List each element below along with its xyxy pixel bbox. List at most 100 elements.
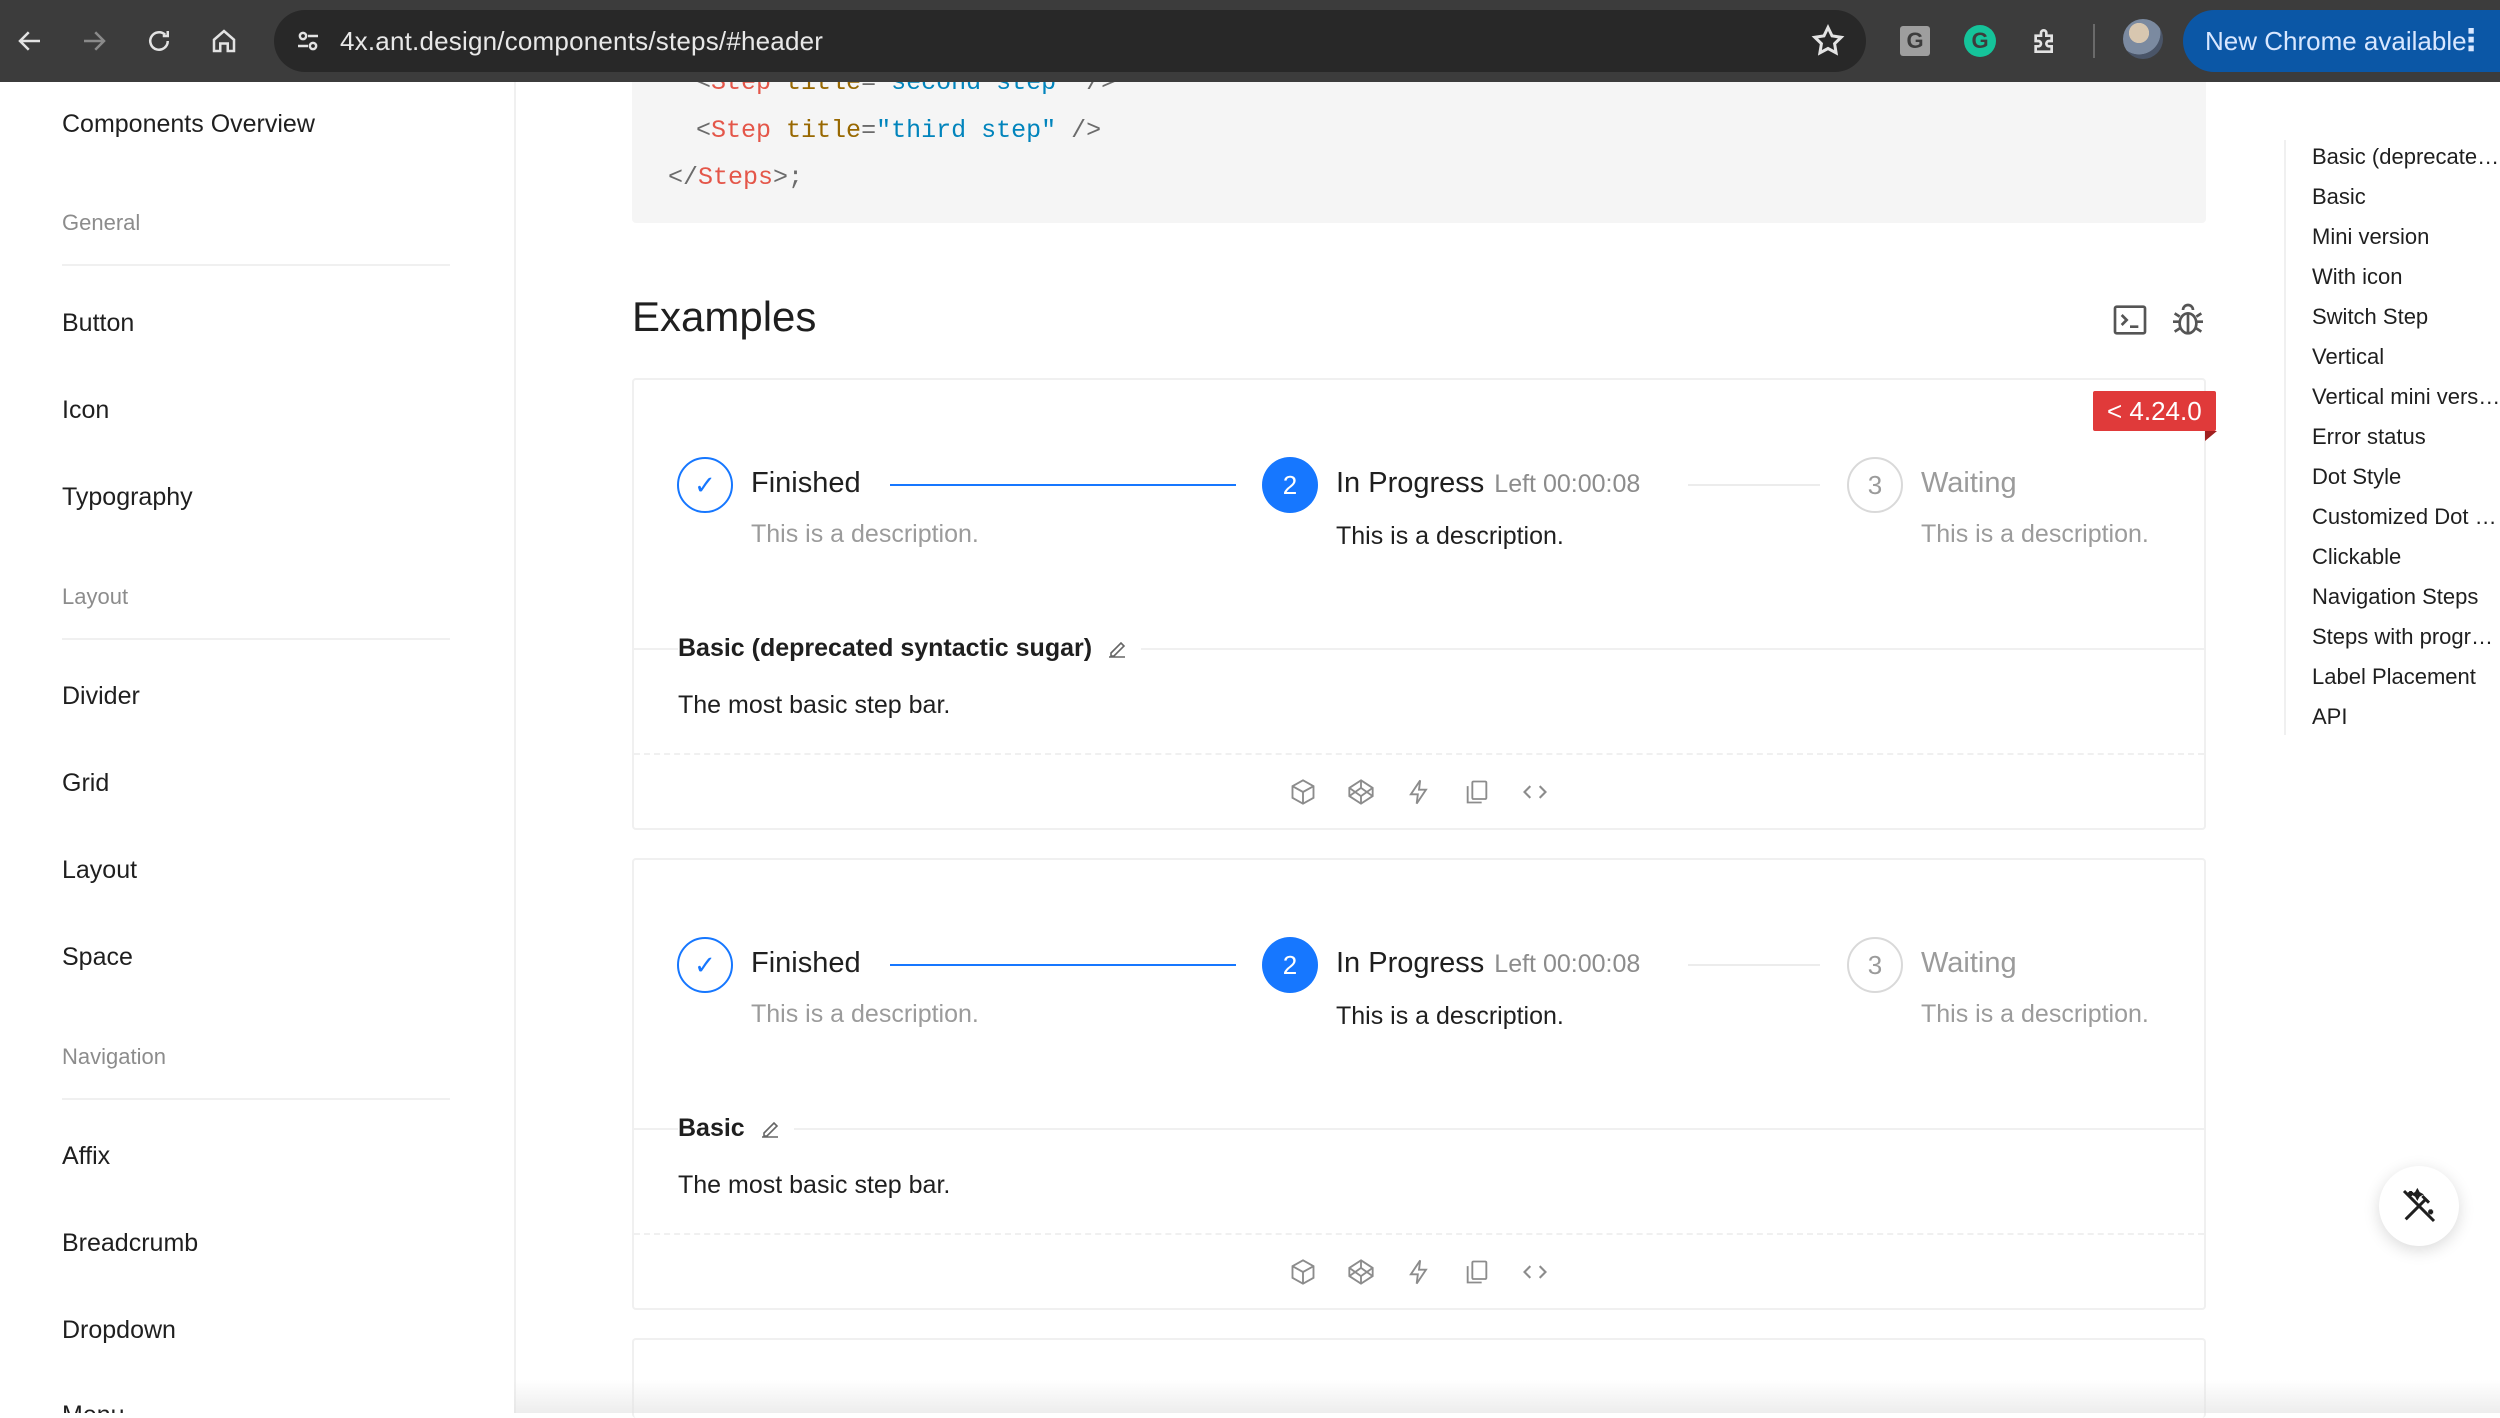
step-connector [1688, 484, 1820, 486]
home-button[interactable] [196, 13, 252, 69]
site-info-button[interactable] [288, 21, 328, 61]
step-description: This is a description. [1336, 1002, 1564, 1030]
chrome-menu-icon[interactable]: ⋮ [2456, 10, 2486, 72]
step-waiting-icon: 3 [1847, 457, 1903, 513]
sidebar-item-icon[interactable]: Icon [62, 396, 109, 425]
anchor-item[interactable]: Basic (deprecated syntactic sugar) [2312, 144, 2500, 170]
codepen-icon[interactable] [1345, 1256, 1377, 1288]
example-card: ✓ Finished This is a description. 2 In P… [632, 378, 2206, 830]
code-actions [634, 776, 2204, 808]
copy-icon[interactable] [1461, 776, 1493, 808]
step-description: This is a description. [1336, 522, 1564, 550]
theme-float-button[interactable] [2379, 1166, 2459, 1246]
extension-g-button[interactable]: G [1893, 19, 1937, 63]
step-description: This is a description. [751, 520, 979, 548]
tune-icon [298, 31, 318, 51]
url-text[interactable]: 4x.ant.design/components/steps/#header [340, 26, 823, 57]
example-title[interactable]: Basic (deprecated syntactic sugar) [678, 634, 1142, 663]
anchor-item[interactable]: Error status [2312, 424, 2500, 450]
sidebar-item-space[interactable]: Space [62, 943, 133, 972]
anchor-item[interactable]: Basic [2312, 184, 2500, 210]
arrow-left-icon [18, 31, 40, 51]
reload-icon [149, 31, 169, 51]
thunderbolt-icon[interactable] [1403, 776, 1435, 808]
step-title: Finished [751, 947, 861, 979]
star-icon[interactable] [1810, 23, 1846, 59]
example-title[interactable]: Basic [678, 1114, 794, 1143]
step-finished-icon: ✓ [677, 937, 733, 993]
thunderbolt-icon[interactable] [1403, 1256, 1435, 1288]
profile-avatar[interactable] [2123, 19, 2163, 59]
sidebar-item-menu[interactable]: Menu [62, 1401, 125, 1413]
sidebar-item-button[interactable]: Button [62, 309, 134, 338]
card-dashed-divider [634, 753, 2204, 755]
edit-icon[interactable] [758, 1117, 782, 1141]
anchor-item[interactable]: Navigation Steps [2312, 584, 2500, 610]
step-description: This is a description. [1921, 520, 2149, 548]
step-connector [890, 484, 1236, 486]
anchor-item[interactable]: Vertical mini version [2312, 384, 2500, 410]
step-current-icon: 2 [1262, 937, 1318, 993]
example-description: The most basic step bar. [678, 1171, 951, 1199]
badge-ribbon-fold [2205, 431, 2217, 441]
anchor-item[interactable]: Customized Dot Style [2312, 504, 2500, 530]
anchor-item[interactable]: Vertical [2312, 344, 2500, 370]
sidebar-divider [62, 1098, 450, 1100]
sidebar-item-grid[interactable]: Grid [62, 769, 109, 798]
browser-toolbar: 4x.ant.design/components/steps/#header G… [0, 0, 2500, 82]
sidebar-divider [62, 264, 450, 266]
extensions-button[interactable] [2023, 19, 2067, 63]
sidebar-item-affix[interactable]: Affix [62, 1142, 110, 1171]
address-bar[interactable]: 4x.ant.design/components/steps/#header [274, 10, 1866, 72]
anchor-item[interactable]: Steps with progress [2312, 624, 2500, 650]
step-title: Waiting [1921, 467, 2017, 499]
code-actions [634, 1256, 2204, 1288]
toolbar-separator [2093, 24, 2095, 58]
sidebar-item-breadcrumb[interactable]: Breadcrumb [62, 1229, 198, 1258]
card-divider-left [634, 1128, 678, 1130]
reload-button[interactable] [131, 13, 187, 69]
copy-icon[interactable] [1461, 1256, 1493, 1288]
new-chrome-button[interactable]: New Chrome available ⋮ [2183, 10, 2500, 72]
example-card: ✓ Finished This is a description. 2 In P… [632, 858, 2206, 1310]
step-subtitle: Left 00:00:08 [1494, 950, 1641, 978]
anchor-item[interactable]: Clickable [2312, 544, 2500, 570]
codesandbox-icon[interactable] [1287, 776, 1319, 808]
sidebar-menu: Components Overview General Button Icon … [0, 82, 516, 1413]
code-icon[interactable] [1519, 1256, 1551, 1288]
extension-g-icon: G [1900, 26, 1930, 56]
codepen-icon[interactable] [1345, 776, 1377, 808]
sidebar-item-dropdown[interactable]: Dropdown [62, 1316, 176, 1345]
sidebar-item-typography[interactable]: Typography [62, 483, 193, 512]
terminal-icon[interactable] [2110, 300, 2150, 340]
anchor-item[interactable]: Switch Step [2312, 304, 2500, 330]
codesandbox-icon[interactable] [1287, 1256, 1319, 1288]
step-description: This is a description. [1921, 1000, 2149, 1028]
bug-icon[interactable] [2168, 300, 2208, 340]
sidebar-item-layout[interactable]: Layout [62, 856, 137, 885]
step-finished-icon: ✓ [677, 457, 733, 513]
back-button[interactable] [2, 13, 58, 69]
scroll-shadow [514, 1380, 2500, 1413]
sidebar-item-divider[interactable]: Divider [62, 682, 140, 711]
version-badge: < 4.24.0 [2093, 391, 2216, 431]
anchor-item[interactable]: With icon [2312, 264, 2500, 290]
anchor-item[interactable]: API [2312, 704, 2500, 730]
step-description: This is a description. [751, 1000, 979, 1028]
sidebar-group-navigation: Navigation [62, 1044, 166, 1069]
anchor-item[interactable]: Mini version [2312, 224, 2500, 250]
edit-icon[interactable] [1105, 637, 1129, 661]
code-line: </Steps>; [668, 163, 804, 192]
step-waiting-icon: 3 [1847, 937, 1903, 993]
anchor-item[interactable]: Label Placement [2312, 664, 2500, 690]
code-line: <Step title="second step" /> [696, 82, 1117, 97]
code-icon[interactable] [1519, 776, 1551, 808]
grammarly-icon: G [1964, 25, 1996, 57]
grammarly-button[interactable]: G [1958, 19, 2002, 63]
sidebar-item-components-overview[interactable]: Components Overview [62, 110, 315, 139]
step-title: Waiting [1921, 947, 2017, 979]
examples-heading: Examples [632, 293, 817, 340]
forward-button[interactable] [66, 13, 122, 69]
anchor-item[interactable]: Dot Style [2312, 464, 2500, 490]
example-title-text: Basic [678, 1114, 745, 1142]
